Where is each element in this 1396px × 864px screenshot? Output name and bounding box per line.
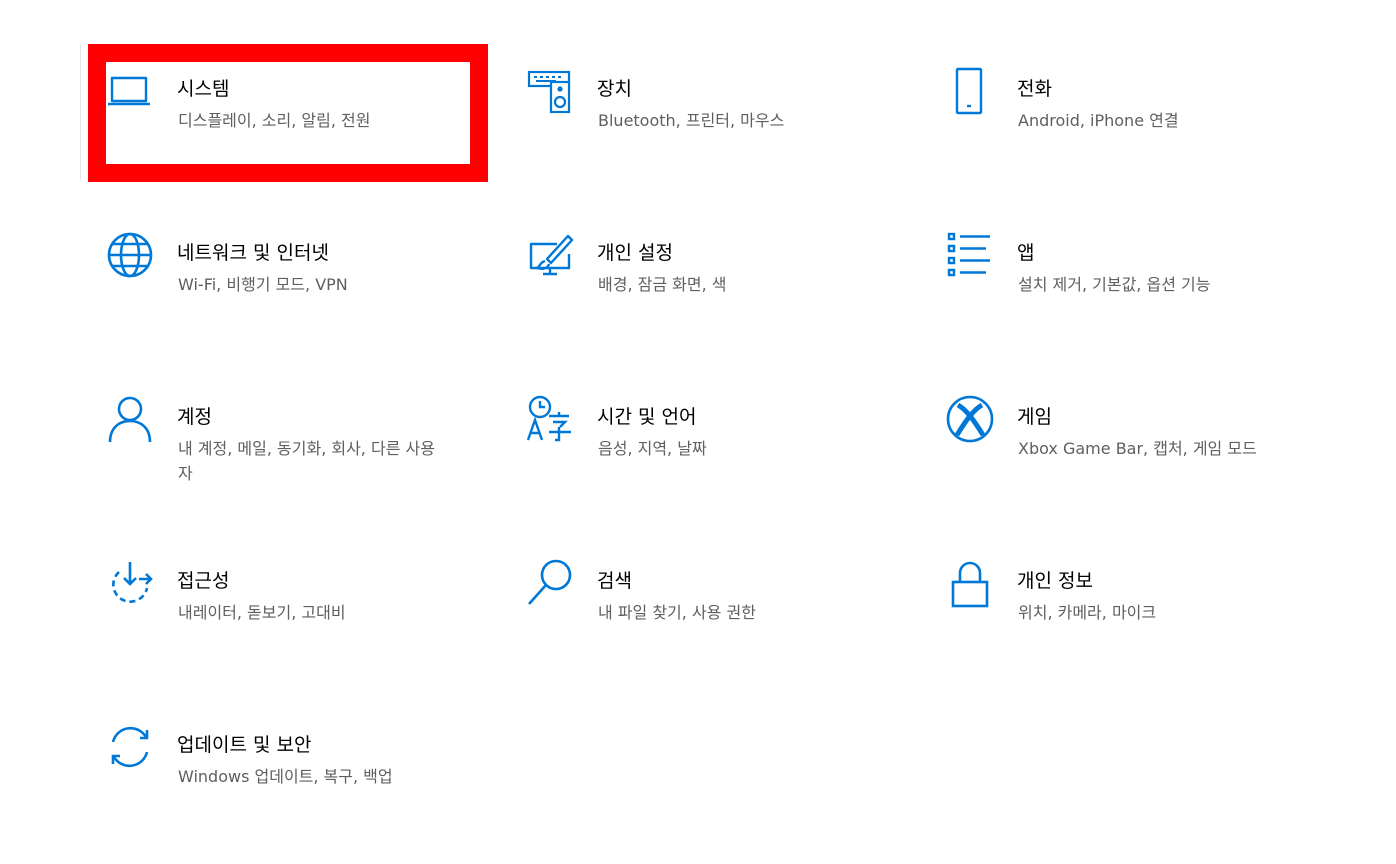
tile-privacy[interactable]: 개인 정보 위치, 카메라, 마이크 (925, 540, 1325, 700)
lock-icon (945, 558, 995, 608)
xbox-icon (945, 394, 995, 444)
tile-gaming-desc: Xbox Game Bar, 캡처, 게임 모드 (1018, 439, 1257, 458)
tile-search-desc: 내 파일 찾기, 사용 권한 (598, 603, 756, 622)
tile-accessibility-desc: 내레이터, 돋보기, 고대비 (178, 603, 346, 622)
tile-gaming[interactable]: 게임 Xbox Game Bar, 캡처, 게임 모드 (925, 376, 1325, 536)
tile-network[interactable]: 네트워크 및 인터넷 Wi-Fi, 비행기 모드, VPN (85, 212, 485, 372)
tile-search-title: 검색 (597, 570, 632, 592)
tile-time-language-title: 시간 및 언어 (597, 406, 697, 428)
tile-personalization-desc: 배경, 잠금 화면, 색 (598, 275, 727, 294)
tile-personalization[interactable]: 개인 설정 배경, 잠금 화면, 색 (505, 212, 905, 372)
apps-list-icon (945, 230, 995, 280)
phone-icon (945, 66, 995, 116)
tile-devices-desc: Bluetooth, 프린터, 마우스 (598, 111, 785, 130)
tile-update-security[interactable]: 업데이트 및 보안 Windows 업데이트, 복구, 백업 (85, 704, 485, 864)
tile-apps-title: 앱 (1017, 242, 1035, 264)
globe-icon (105, 230, 155, 280)
tile-privacy-desc: 위치, 카메라, 마이크 (1018, 603, 1157, 622)
tile-phone[interactable]: 전화 Android, iPhone 연결 (925, 48, 1325, 208)
time-language-icon (525, 394, 575, 444)
tile-network-desc: Wi-Fi, 비행기 모드, VPN (178, 275, 348, 294)
person-icon (105, 394, 155, 444)
tile-system-title: 시스템 (177, 78, 230, 100)
tile-devices[interactable]: 장치 Bluetooth, 프린터, 마우스 (505, 48, 905, 208)
device-icon (525, 66, 575, 116)
accessibility-icon (105, 558, 155, 608)
search-icon (525, 558, 575, 608)
tile-phone-desc: Android, iPhone 연결 (1018, 111, 1179, 130)
personalization-icon (525, 230, 575, 280)
tile-update-security-title: 업데이트 및 보안 (177, 734, 312, 756)
tile-accessibility-title: 접근성 (177, 570, 230, 592)
tile-system[interactable]: 시스템 디스플레이, 소리, 알림, 전원 (85, 48, 485, 208)
tile-accounts[interactable]: 계정 내 계정, 메일, 동기화, 회사, 다른 사용자 (85, 376, 485, 536)
tile-devices-title: 장치 (597, 78, 632, 100)
tile-apps-desc: 설치 제거, 기본값, 옵션 기능 (1018, 275, 1211, 294)
tile-personalization-title: 개인 설정 (597, 242, 673, 264)
tile-apps[interactable]: 앱 설치 제거, 기본값, 옵션 기능 (925, 212, 1325, 372)
sync-icon (105, 722, 155, 772)
tile-accounts-title: 계정 (177, 406, 212, 428)
tile-accessibility[interactable]: 접근성 내레이터, 돋보기, 고대비 (85, 540, 485, 700)
tile-privacy-title: 개인 정보 (1017, 570, 1093, 592)
laptop-icon (105, 66, 155, 116)
tile-time-language[interactable]: 시간 및 언어 음성, 지역, 날짜 (505, 376, 905, 536)
tile-phone-title: 전화 (1017, 78, 1052, 100)
tile-system-desc: 디스플레이, 소리, 알림, 전원 (178, 111, 371, 130)
tile-search[interactable]: 검색 내 파일 찾기, 사용 권한 (505, 540, 905, 700)
tile-update-security-desc: Windows 업데이트, 복구, 백업 (178, 767, 393, 786)
tile-network-title: 네트워크 및 인터넷 (177, 242, 329, 264)
tile-time-language-desc: 음성, 지역, 날짜 (598, 439, 707, 458)
tile-gaming-title: 게임 (1017, 406, 1052, 428)
tile-accounts-desc: 내 계정, 메일, 동기화, 회사, 다른 사용자 (178, 439, 435, 483)
